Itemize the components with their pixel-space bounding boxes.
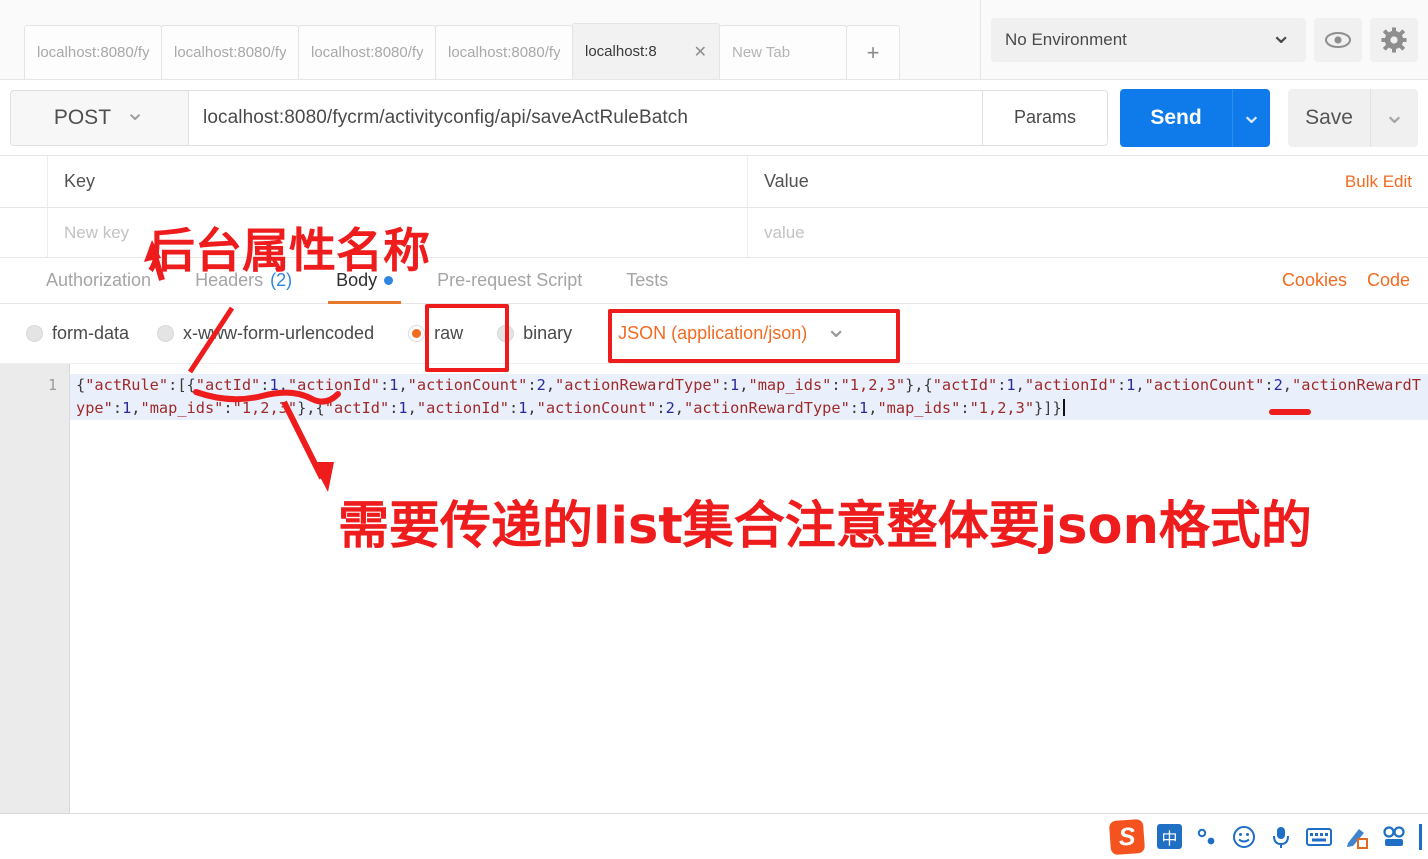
save-button[interactable]: Save	[1288, 88, 1370, 147]
tab-headers[interactable]: Headers (2)	[173, 258, 314, 304]
browser-tab-label: localhost:8080/fy	[37, 44, 149, 61]
radio-icon-selected[interactable]	[408, 325, 426, 342]
browser-tab[interactable]: localhost:8080/fy	[24, 25, 162, 79]
environment-bar: No Environment ⌄	[980, 0, 1428, 80]
radio-icon[interactable]	[26, 325, 43, 342]
ime-toolbox-icon[interactable]	[1382, 825, 1406, 848]
microphone-icon-svg	[1273, 826, 1289, 848]
new-key-input[interactable]: New key	[48, 208, 748, 257]
keyboard-icon-svg	[1306, 827, 1332, 846]
url-input[interactable]: localhost:8080/fycrm/activityconfig/api/…	[188, 89, 982, 146]
code-link[interactable]: Code	[1367, 270, 1410, 291]
browser-tab-label: New Tab	[732, 44, 791, 61]
body-type-label: x-www-form-urlencoded	[183, 323, 375, 343]
tab-body[interactable]: Body	[314, 258, 415, 304]
browser-tab-active[interactable]: localhost:8 ✕	[572, 23, 720, 79]
toolbox-icon-svg	[1383, 825, 1405, 846]
sogou-logo-icon[interactable]: S	[1108, 818, 1146, 855]
environment-selected-label: No Environment	[1005, 29, 1127, 49]
body-type-x-www-form-urlencoded[interactable]: x-www-form-urlencoded	[157, 323, 374, 344]
editor-line-numbers: 1	[0, 364, 70, 829]
body-type-binary[interactable]: binary	[497, 323, 572, 344]
bulk-edit-link[interactable]: Bulk Edit	[1345, 172, 1412, 192]
tab-label: Tests	[626, 270, 669, 290]
ime-keyboard-icon[interactable]	[1306, 827, 1332, 847]
params-table-header: Key Value Bulk Edit	[0, 156, 1428, 208]
save-options-chevron-down-icon[interactable]: ⌄	[1370, 88, 1418, 147]
gear-icon-svg	[1381, 27, 1407, 52]
radio-icon[interactable]	[157, 325, 175, 342]
new-value-input[interactable]: value	[748, 208, 1428, 257]
body-type-row: form-data x-www-form-urlencoded raw bina…	[0, 304, 1428, 364]
browser-tab-label: localhost:8080/fy	[311, 44, 423, 61]
params-button[interactable]: Params	[982, 89, 1108, 146]
browser-tab[interactable]: localhost:8080/fy	[435, 25, 573, 79]
close-icon[interactable]: ✕	[694, 42, 707, 62]
table-gutter	[0, 156, 48, 207]
ime-chinese-mode-icon[interactable]: 中	[1157, 824, 1182, 849]
handwriting-icon-svg	[1347, 828, 1368, 849]
line-number: 1	[47, 376, 57, 394]
http-method-label: POST	[53, 105, 112, 129]
send-button-group: Send ⌄	[1120, 88, 1270, 147]
raw-body-editor[interactable]: 1 {"actRule":[{"actId":1,"actionId":1,"a…	[0, 364, 1428, 829]
params-table-row: New key value	[0, 208, 1428, 258]
postman-window: localhost:8080/fy localhost:8080/fy loca…	[0, 0, 1428, 859]
browser-tab[interactable]: localhost:8080/fy	[298, 25, 436, 79]
tab-label: Headers	[195, 270, 264, 290]
ime-toolbar: S 中	[0, 813, 1428, 859]
editor-body-text[interactable]: {"actRule":[{"actId":1,"actionId":1,"act…	[70, 374, 1428, 420]
plus-icon[interactable]: +	[846, 25, 900, 79]
browser-tab-label: localhost:8080/fy	[448, 44, 560, 61]
browser-tab-label: localhost:8080/fy	[174, 44, 286, 61]
browser-tab-new[interactable]: New Tab	[719, 25, 847, 79]
request-url-row: POST ⌄ localhost:8080/fycrm/activityconf…	[0, 80, 1428, 156]
punctuation-icon-svg	[1197, 828, 1215, 844]
emoji-icon-svg	[1233, 825, 1255, 848]
request-tabs-links: Cookies Code	[1282, 270, 1428, 291]
table-row-gutter	[0, 208, 48, 257]
eye-icon[interactable]	[1314, 17, 1362, 62]
ime-handwriting-icon[interactable]	[1345, 825, 1369, 849]
environment-selector[interactable]: No Environment ⌄	[991, 17, 1306, 62]
content-type-selector[interactable]: JSON (application/json) ⌄	[618, 315, 847, 344]
body-type-label: binary	[523, 323, 573, 343]
ime-separator	[1419, 823, 1422, 850]
send-options-chevron-down-icon[interactable]: ⌄	[1232, 88, 1270, 147]
http-method-selector[interactable]: POST ⌄	[10, 89, 188, 146]
body-type-label: form-data	[52, 323, 130, 343]
send-button[interactable]: Send	[1120, 88, 1232, 147]
text-caret	[1062, 399, 1065, 416]
body-type-label: raw	[434, 323, 464, 343]
tab-label: Pre-request Script	[437, 270, 583, 290]
tab-label: Authorization	[46, 270, 152, 290]
eye-icon-svg	[1325, 31, 1351, 48]
tab-label: Body	[336, 270, 378, 290]
browser-tab-strip: localhost:8080/fy localhost:8080/fy loca…	[0, 0, 980, 80]
save-button-group: Save ⌄	[1288, 88, 1418, 147]
gear-icon[interactable]	[1370, 17, 1418, 62]
column-header-value-label: Value	[764, 171, 809, 191]
url-value: localhost:8080/fycrm/activityconfig/api/…	[203, 106, 689, 128]
ime-microphone-icon[interactable]	[1269, 825, 1293, 849]
body-modified-dot-icon	[384, 276, 394, 285]
browser-tab[interactable]: localhost:8080/fy	[161, 25, 299, 79]
ime-emoji-icon[interactable]	[1232, 825, 1256, 849]
tab-tests[interactable]: Tests	[604, 258, 690, 304]
headers-count-badge: (2)	[270, 270, 293, 290]
request-section-tabs: Authorization Headers (2) Body Pre-reque…	[0, 258, 1428, 304]
editor-code-area[interactable]: {"actRule":[{"actId":1,"actionId":1,"act…	[70, 364, 1428, 829]
body-type-form-data[interactable]: form-data	[26, 323, 129, 344]
column-header-key: Key	[48, 156, 748, 207]
radio-icon[interactable]	[497, 325, 515, 342]
content-type-label: JSON (application/json)	[618, 323, 808, 343]
browser-tab-label: localhost:8	[585, 43, 657, 60]
tab-pre-request-script[interactable]: Pre-request Script	[415, 258, 604, 304]
ime-punctuation-icon[interactable]	[1195, 826, 1219, 848]
tab-authorization[interactable]: Authorization	[24, 258, 173, 304]
cookies-link[interactable]: Cookies	[1282, 270, 1347, 291]
column-header-value: Value Bulk Edit	[748, 156, 1428, 207]
body-type-raw[interactable]: raw	[408, 323, 463, 344]
